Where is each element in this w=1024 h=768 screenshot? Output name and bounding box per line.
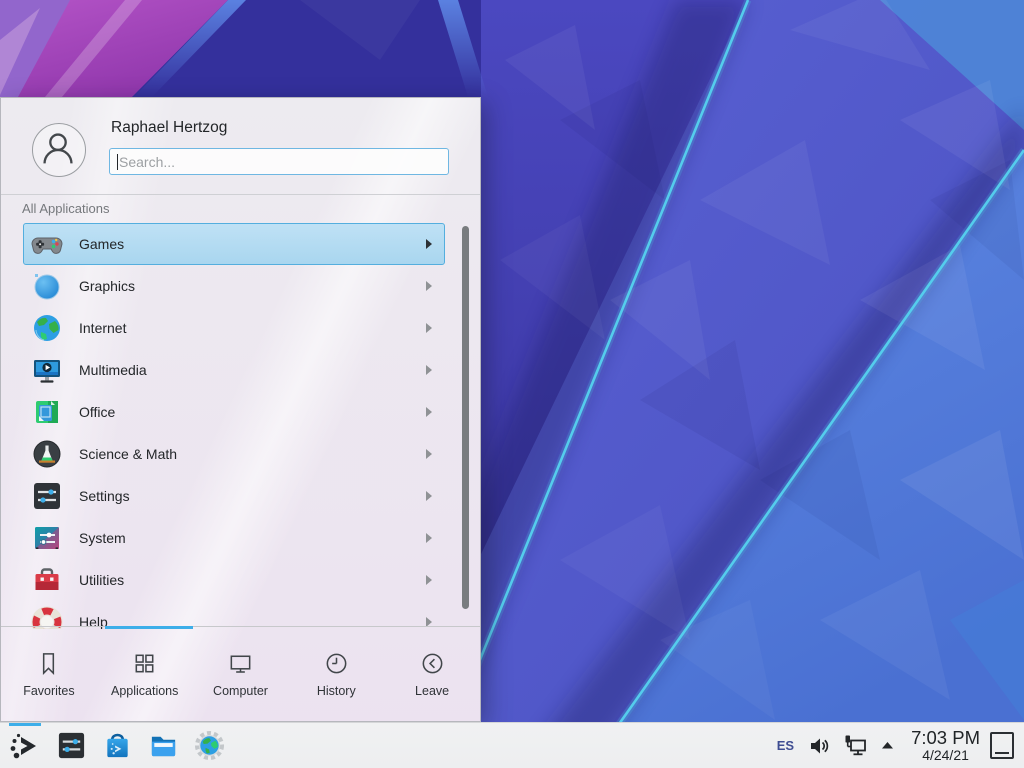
utilities-icon xyxy=(31,564,63,596)
discover-store-icon xyxy=(102,730,133,761)
menu-item-label: Settings xyxy=(79,488,426,504)
submenu-arrow-icon xyxy=(426,365,432,375)
tab-label: Favorites xyxy=(23,684,74,698)
office-icon xyxy=(31,396,63,428)
tab-applications[interactable]: Applications xyxy=(97,627,193,721)
monitor-icon xyxy=(227,650,254,677)
multimedia-icon xyxy=(31,354,63,386)
desktop: Raphael Hertzog All Applications xyxy=(0,0,1024,768)
tab-label: History xyxy=(317,684,356,698)
expand-tray-icon[interactable] xyxy=(880,738,895,753)
network-icon[interactable] xyxy=(842,733,868,759)
internet-icon xyxy=(31,312,63,344)
menu-item-multimedia[interactable]: Multimedia xyxy=(23,349,445,391)
menu-item-label: Office xyxy=(79,404,426,420)
text-caret xyxy=(117,154,118,170)
application-launcher-menu: Raphael Hertzog All Applications xyxy=(0,97,481,722)
active-tab-indicator xyxy=(105,626,193,629)
menu-item-system[interactable]: System xyxy=(23,517,445,559)
taskbar-panel: ES xyxy=(0,722,1024,768)
user-avatar[interactable] xyxy=(32,123,86,177)
search-field-frame xyxy=(109,148,449,175)
scrollbar-thumb[interactable] xyxy=(462,226,469,609)
keyboard-layout-indicator[interactable]: ES xyxy=(777,738,794,753)
user-icon xyxy=(33,124,83,174)
tab-label: Computer xyxy=(213,684,268,698)
menu-item-label: Graphics xyxy=(79,278,426,294)
application-launcher-icon xyxy=(9,730,41,762)
show-desktop-button[interactable] xyxy=(990,732,1014,759)
submenu-arrow-icon xyxy=(426,281,432,291)
launcher-header: Raphael Hertzog xyxy=(1,98,480,195)
submenu-arrow-icon xyxy=(426,323,432,333)
tab-computer[interactable]: Computer xyxy=(193,627,289,721)
tab-label: Applications xyxy=(111,684,178,698)
clock-date: 4/24/21 xyxy=(922,748,969,762)
user-name: Raphael Hertzog xyxy=(111,119,227,137)
menu-item-utilities[interactable]: Utilities xyxy=(23,559,445,601)
menu-item-label: Science & Math xyxy=(79,446,426,462)
menu-item-science-math[interactable]: Science & Math xyxy=(23,433,445,475)
file-manager-icon xyxy=(148,730,179,761)
application-launcher-button[interactable] xyxy=(8,723,42,768)
leave-icon xyxy=(419,650,446,677)
system-settings-button[interactable] xyxy=(54,723,88,768)
submenu-arrow-icon xyxy=(426,239,432,249)
menu-item-internet[interactable]: Internet xyxy=(23,307,445,349)
menu-item-settings[interactable]: Settings xyxy=(23,475,445,517)
web-browser-icon xyxy=(194,730,225,761)
menu-item-label: Utilities xyxy=(79,572,426,588)
menu-item-office[interactable]: Office xyxy=(23,391,445,433)
menu-item-label: Internet xyxy=(79,320,426,336)
menu-item-graphics[interactable]: Graphics xyxy=(23,265,445,307)
tab-favorites[interactable]: Favorites xyxy=(1,627,97,721)
clock-icon xyxy=(323,650,350,677)
tab-history[interactable]: History xyxy=(288,627,384,721)
tab-label: Leave xyxy=(415,684,449,698)
menu-item-label: System xyxy=(79,530,426,546)
science-icon xyxy=(31,438,63,470)
submenu-arrow-icon xyxy=(426,575,432,585)
menu-item-help[interactable]: Help xyxy=(23,601,445,629)
menu-item-games[interactable]: Games xyxy=(23,223,445,265)
settings-icon xyxy=(31,480,63,512)
discover-store-button[interactable] xyxy=(100,723,134,768)
tab-leave[interactable]: Leave xyxy=(384,627,480,721)
volume-icon[interactable] xyxy=(808,735,830,757)
grid-icon xyxy=(131,650,158,677)
menu-item-label: Multimedia xyxy=(79,362,426,378)
launcher-tab-bar: Favorites Applications Computer xyxy=(1,626,480,721)
system-settings-icon xyxy=(56,730,87,761)
section-label: All Applications xyxy=(22,201,109,216)
system-tray: ES xyxy=(777,729,1016,762)
clock-time: 7:03 PM xyxy=(911,729,980,748)
submenu-arrow-icon xyxy=(426,533,432,543)
system-icon xyxy=(31,522,63,554)
file-manager-button[interactable] xyxy=(146,723,180,768)
bookmark-icon xyxy=(35,650,62,677)
submenu-arrow-icon xyxy=(426,449,432,459)
menu-item-label: Games xyxy=(79,236,426,252)
category-list: Games Graphics xyxy=(1,223,482,629)
submenu-arrow-icon xyxy=(426,491,432,501)
search-input[interactable] xyxy=(110,149,448,174)
digital-clock[interactable]: 7:03 PM 4/24/21 xyxy=(911,729,980,762)
web-browser-button[interactable] xyxy=(192,723,226,768)
graphics-icon xyxy=(31,270,63,302)
submenu-arrow-icon xyxy=(426,407,432,417)
games-icon xyxy=(31,228,63,260)
